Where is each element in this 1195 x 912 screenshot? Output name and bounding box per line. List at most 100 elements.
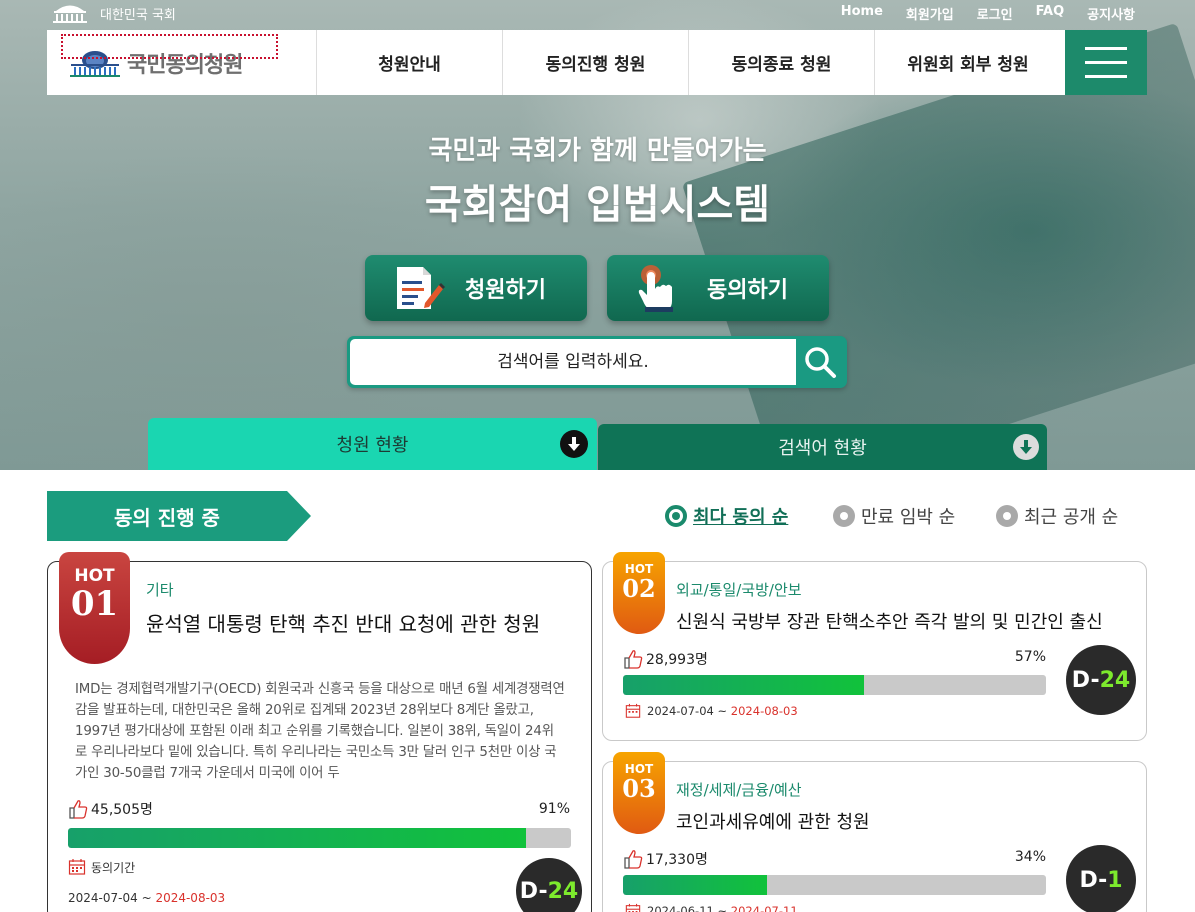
petition-title[interactable]: 코인과세유예에 관한 청원	[676, 808, 870, 834]
hot-rank-badge: HOT 01	[59, 552, 130, 664]
sort-recent-label: 최근 공개 순	[1024, 507, 1119, 528]
rank-number: 02	[622, 574, 656, 603]
document-pen-icon	[397, 267, 445, 309]
petition-dates: 2024-07-04 ~ 2024-08-03	[625, 703, 798, 719]
menu-closed[interactable]: 동의종료 청원	[689, 30, 875, 95]
thumbs-up-icon	[624, 850, 643, 869]
agree-percent: 34%	[1014, 849, 1046, 865]
sort-most-agreed[interactable]: 최다 동의 순	[665, 503, 788, 529]
d-day-badge: D- 24	[1066, 645, 1136, 715]
petition-card-2[interactable]: HOT 02 외교/통일/국방/안보 신원식 국방부 장관 탄핵소추안 즉각 발…	[602, 552, 1147, 741]
petition-card-1[interactable]: HOT 01 기타 윤석열 대통령 탄핵 추진 반대 요청에 관한 청원 IMD…	[47, 552, 592, 912]
thumbs-up-icon	[69, 800, 88, 819]
utility-bar: 대한민국 국회 Home 회원가입 로그인 FAQ 공지사항	[0, 0, 1195, 28]
end-date: 2024-08-03	[730, 704, 798, 718]
rank-number: 01	[70, 584, 119, 624]
main-navigation: 국민동의청원 청원안내 동의진행 청원 동의종료 청원 위원회 회부 청원	[47, 30, 1147, 95]
signup-link[interactable]: 회원가입	[906, 4, 954, 23]
menu-ongoing[interactable]: 동의진행 청원	[503, 30, 689, 95]
d-day-prefix: D-	[1071, 667, 1100, 693]
tab-keyword-status-label: 검색어 현황	[778, 438, 867, 459]
radio-icon	[996, 505, 1018, 527]
search-button[interactable]	[796, 339, 844, 385]
petition-category: 기타	[146, 581, 174, 599]
end-date: 2024-07-11	[730, 904, 798, 912]
petition-category: 외교/통일/국방/안보	[676, 581, 802, 599]
agree-count: 28,993명	[623, 649, 708, 669]
d-day-number: 24	[547, 878, 579, 904]
agree-count: 17,330명	[623, 849, 708, 869]
petition-title[interactable]: 윤석열 대통령 탄핵 추진 반대 요청에 관한 청원	[146, 608, 540, 637]
menu-committee[interactable]: 위원회 회부 청원	[875, 30, 1061, 95]
tap-hand-icon	[638, 265, 673, 312]
faq-link[interactable]: FAQ	[1036, 4, 1065, 23]
end-date: 2024-08-03	[155, 891, 226, 905]
hot-rank-badge: HOT 03	[613, 752, 665, 834]
date-separator: ~	[713, 704, 731, 718]
hero-banner: 대한민국 국회 Home 회원가입 로그인 FAQ 공지사항 국민동의청원 청원…	[0, 0, 1195, 470]
notice-link[interactable]: 공지사항	[1087, 4, 1135, 23]
agree-percent: 91%	[538, 801, 570, 817]
calendar-icon	[625, 703, 641, 718]
search-input[interactable]	[350, 339, 796, 385]
progress-fill	[623, 875, 767, 895]
petition-dates: 2024-06-11 ~ 2024-07-11	[625, 903, 798, 912]
date-separator: ~	[713, 904, 731, 912]
radio-icon	[833, 505, 855, 527]
d-day-badge: D- 24	[516, 858, 582, 912]
radio-selected-icon	[665, 505, 687, 527]
progress-bar	[623, 675, 1046, 695]
d-day-badge: D- 1	[1066, 845, 1136, 912]
agree-button-label: 동의하기	[707, 278, 788, 303]
agree-count-value: 17,330명	[646, 852, 708, 868]
period-label-text: 동의기간	[91, 860, 136, 875]
arrow-down-circle-icon	[1013, 434, 1039, 460]
petition-title[interactable]: 신원식 국방부 장관 탄핵소추안 즉각 발의 및 민간인 출신	[676, 608, 1103, 634]
agree-button[interactable]: 동의하기	[607, 255, 829, 321]
search-icon	[805, 347, 836, 378]
hot-rank-badge: HOT 02	[613, 552, 665, 634]
start-date: 2024-06-11	[647, 904, 714, 912]
assembly-link[interactable]: 대한민국 국회	[50, 2, 176, 24]
focus-outline	[61, 34, 278, 59]
hero-title: 국회참여 입법시스템	[424, 182, 771, 228]
d-day-number: 24	[1099, 667, 1131, 693]
tab-keyword-status[interactable]: 검색어 현황	[598, 424, 1047, 470]
hamburger-menu-icon[interactable]	[1065, 30, 1147, 95]
hero-subtitle: 국민과 국회가 함께 만들어가는	[428, 136, 767, 166]
assembly-label: 대한민국 국회	[100, 7, 176, 23]
progress-bar	[623, 875, 1046, 895]
start-date: 2024-07-04	[647, 704, 714, 718]
progress-bar	[68, 828, 571, 848]
menu-guide[interactable]: 청원안내	[317, 30, 503, 95]
d-day-prefix: D-	[1079, 867, 1108, 893]
calendar-icon	[68, 859, 86, 875]
assembly-building-icon	[53, 5, 87, 23]
petition-dates: 2024-07-04 ~ 2024-08-03	[68, 891, 225, 905]
sort-expiring[interactable]: 만료 임박 순	[833, 503, 955, 529]
utility-links: Home 회원가입 로그인 FAQ 공지사항	[841, 4, 1135, 23]
agree-count-value: 28,993명	[646, 652, 708, 668]
sort-most-agreed-label: 최다 동의 순	[693, 507, 789, 528]
section-title: 동의 진행 중	[114, 505, 220, 530]
date-separator: ~	[137, 891, 156, 905]
d-day-prefix: D-	[519, 878, 548, 904]
agree-count: 45,505명	[68, 799, 153, 819]
agree-count-value: 45,505명	[91, 802, 153, 818]
petition-button-label: 청원하기	[465, 278, 546, 303]
petition-card-3[interactable]: HOT 03 재정/세제/금융/예산 코인과세유예에 관한 청원 17,330명…	[602, 752, 1147, 912]
rank-number: 03	[622, 774, 656, 803]
petition-button[interactable]: 청원하기	[365, 255, 587, 321]
start-date: 2024-07-04	[68, 891, 138, 905]
tab-petition-status[interactable]: 청원 현황	[148, 418, 597, 470]
arrow-down-circle-icon	[560, 430, 588, 458]
hot-label: HOT	[74, 566, 115, 586]
home-link[interactable]: Home	[841, 4, 883, 23]
sort-expiring-label: 만료 임박 순	[861, 507, 956, 528]
login-link[interactable]: 로그인	[977, 4, 1013, 23]
sort-recent[interactable]: 최근 공개 순	[996, 503, 1118, 529]
petition-summary: IMD는 경제협력개발기구(OECD) 회원국과 신흥국 등을 대상으로 매년 …	[75, 682, 565, 781]
site-logo[interactable]: 국민동의청원	[47, 30, 317, 95]
period-label: 동의기간	[68, 858, 135, 876]
d-day-number: 1	[1107, 867, 1123, 893]
